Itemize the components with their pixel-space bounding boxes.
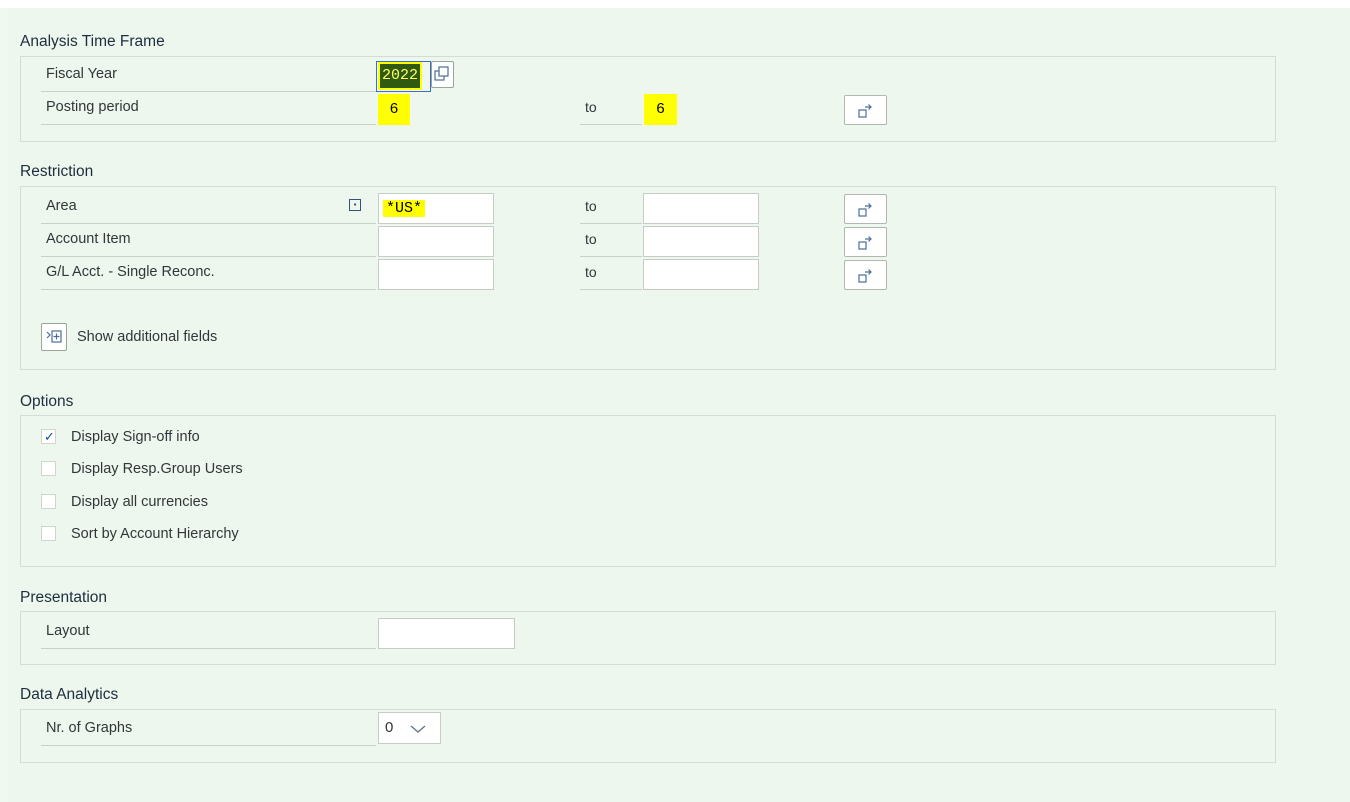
multiple-selection-icon: [858, 269, 872, 283]
copy-icon: [434, 66, 449, 81]
account-item-to-label: to: [580, 224, 642, 257]
option-label: Display all currencies: [71, 494, 208, 510]
gl-account-to-input[interactable]: [643, 259, 759, 290]
nr-of-graphs-value: 0: [385, 719, 394, 736]
area-to-input[interactable]: [643, 193, 759, 224]
multiple-entry-icon[interactable]: ▪: [349, 199, 361, 211]
posting-period-to-input[interactable]: 6: [644, 94, 677, 125]
option-label: Display Sign-off info: [71, 429, 200, 445]
area-to-label: to: [580, 191, 642, 224]
area-from-input[interactable]: *US*: [378, 193, 494, 224]
account-item-from-input[interactable]: [378, 226, 494, 257]
multiple-selection-icon: [858, 236, 872, 250]
checkbox[interactable]: [41, 526, 56, 541]
section-title-options: Options: [20, 393, 74, 410]
layout-label: Layout: [41, 616, 376, 649]
option-label: Sort by Account Hierarchy: [71, 526, 239, 542]
chevron-down-icon: [410, 725, 426, 733]
fiscal-year-label: Fiscal Year: [41, 59, 376, 92]
account-item-to-input[interactable]: [643, 226, 759, 257]
checkbox[interactable]: [41, 461, 56, 476]
posting-period-multiple-selection-button[interactable]: [844, 95, 887, 125]
posting-period-to-label: to: [580, 92, 642, 125]
nr-of-graphs-label: Nr. of Graphs: [41, 713, 376, 746]
area-multiple-selection-button[interactable]: [844, 194, 887, 224]
show-additional-fields-label[interactable]: Show additional fields: [77, 329, 217, 345]
option-label: Display Resp.Group Users: [71, 461, 243, 477]
nr-of-graphs-select[interactable]: 0: [378, 712, 441, 744]
multiple-selection-icon: [858, 203, 872, 217]
section-title-restriction: Restriction: [20, 163, 94, 180]
area-label: Area: [41, 191, 376, 224]
copy-button[interactable]: [431, 61, 454, 88]
layout-input[interactable]: [378, 618, 515, 649]
section-title-data-analytics: Data Analytics: [20, 686, 119, 703]
expand-fields-icon: [46, 330, 62, 343]
gl-account-to-label: to: [580, 257, 642, 290]
account-item-label: Account Item: [41, 224, 376, 257]
top-strip: [0, 0, 1350, 8]
check-icon: ✓: [44, 429, 55, 444]
multiple-selection-icon: [858, 104, 872, 118]
gl-account-from-input[interactable]: [378, 259, 494, 290]
gl-account-multiple-selection-button[interactable]: [844, 260, 887, 290]
section-title-presentation: Presentation: [20, 589, 108, 606]
checkbox[interactable]: [41, 494, 56, 509]
posting-period-label: Posting period: [41, 92, 376, 125]
area-from-value: *US*: [383, 200, 426, 217]
section-title-time-frame: Analysis Time Frame: [20, 33, 165, 50]
gl-account-label: G/L Acct. - Single Reconc.: [41, 257, 376, 290]
fiscal-year-value: 2022: [377, 62, 423, 90]
account-item-multiple-selection-button[interactable]: [844, 227, 887, 257]
checkbox-checked[interactable]: ✓: [41, 429, 56, 444]
posting-period-from-input[interactable]: 6: [378, 94, 410, 125]
show-additional-fields-button[interactable]: [41, 323, 67, 351]
